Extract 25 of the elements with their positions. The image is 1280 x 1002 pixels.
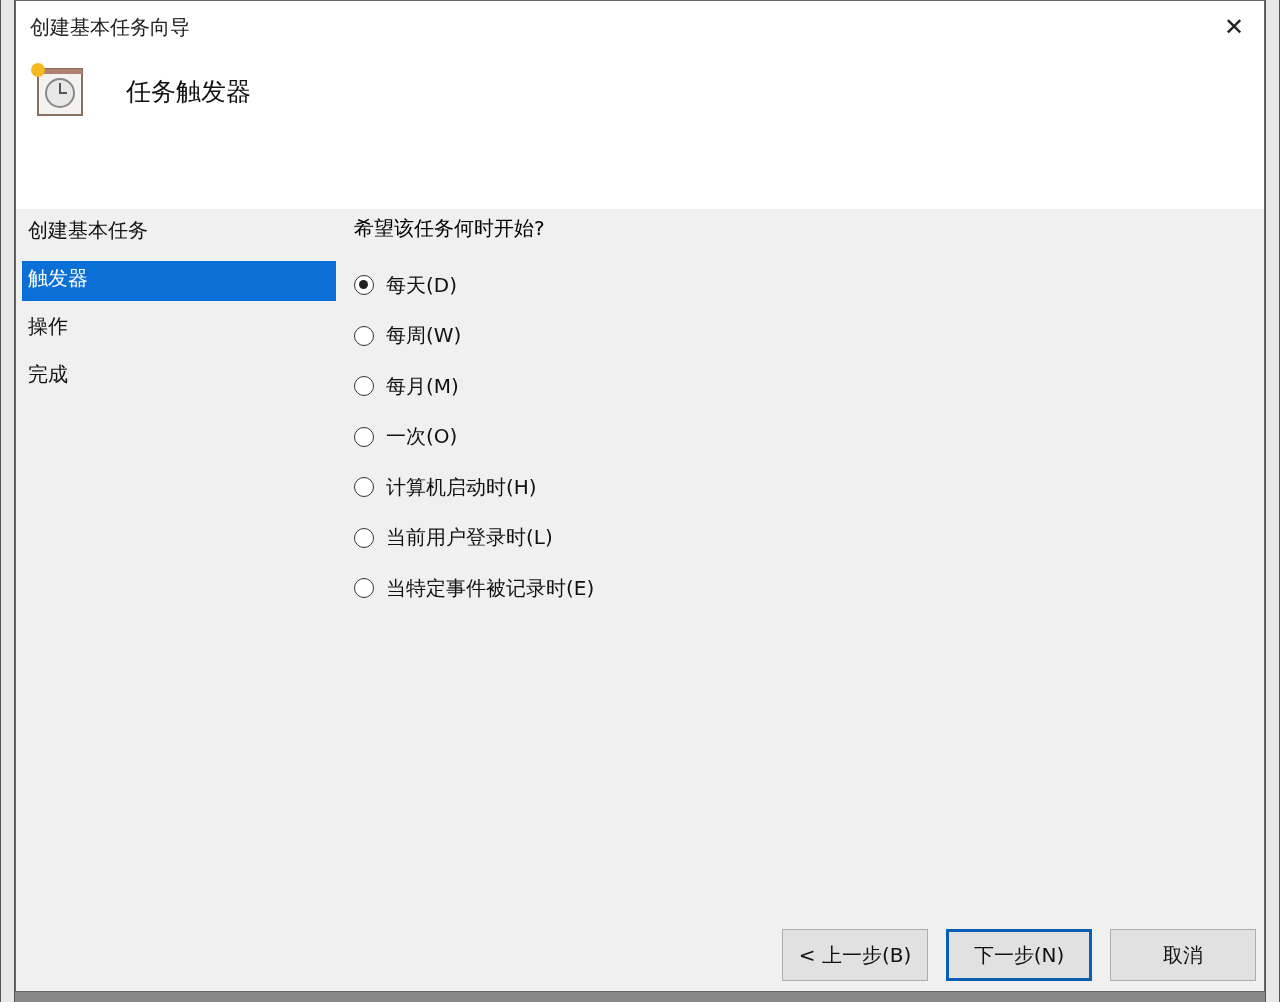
- radio-button[interactable]: [354, 325, 374, 346]
- radio-button[interactable]: [354, 527, 374, 548]
- option-label[interactable]: 当前用户登录时(L): [386, 524, 553, 552]
- question-label: 希望该任务何时开始?: [354, 215, 546, 242]
- cancel-button[interactable]: 取消: [1110, 929, 1256, 981]
- option-label[interactable]: 一次(O): [386, 423, 458, 451]
- next-button[interactable]: 下一步(N): [946, 929, 1092, 981]
- wizard-step[interactable]: 触发器: [22, 261, 336, 301]
- option-label[interactable]: 每天(D): [386, 271, 457, 299]
- wizard-step[interactable]: 创建基本任务: [22, 213, 336, 253]
- radio-button[interactable]: [354, 578, 374, 599]
- back-button[interactable]: < 上一步(B): [782, 929, 928, 981]
- radio-button[interactable]: [354, 376, 374, 397]
- wizard-step[interactable]: 完成: [22, 357, 336, 397]
- wizard-step[interactable]: 操作: [22, 309, 336, 349]
- option-label[interactable]: 每月(M): [386, 372, 459, 400]
- radio-button[interactable]: [354, 275, 374, 296]
- option-label[interactable]: 计算机启动时(H): [386, 473, 537, 501]
- option-label[interactable]: 当特定事件被记录时(E): [386, 574, 595, 602]
- window-title: 创建基本任务向导: [30, 13, 190, 41]
- radio-button[interactable]: [354, 477, 374, 498]
- option-label[interactable]: 每周(W): [386, 322, 462, 350]
- page-heading: 任务触发器: [126, 75, 251, 108]
- close-button[interactable]: ✕: [1218, 13, 1250, 41]
- radio-button[interactable]: [354, 426, 374, 447]
